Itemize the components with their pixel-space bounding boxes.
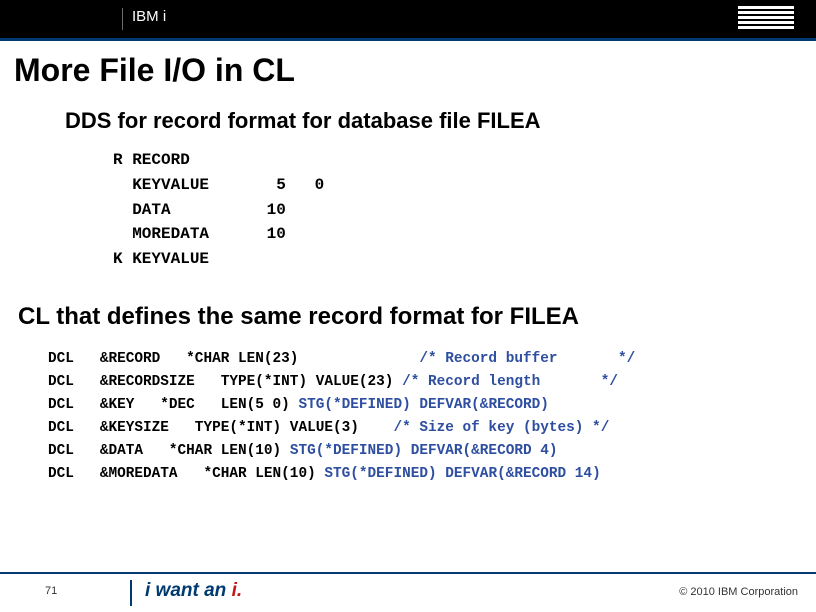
dds-line-2: KEYVALUE 5 0 xyxy=(113,176,324,194)
cl-line-6b: STG(*DEFINED) DEFVAR(&RECORD 14) xyxy=(324,466,600,482)
dds-line-4: MOREDATA 10 xyxy=(113,225,286,243)
page-number: 71 xyxy=(45,585,57,597)
dds-line-1: R RECORD xyxy=(113,151,190,169)
top-bar: IBM i xyxy=(0,0,816,41)
brand-line: IBM i xyxy=(132,8,166,25)
footer-bar: 71 i want an i. © 2010 IBM Corporation xyxy=(0,572,816,612)
cl-line-4a: DCL &KEYSIZE TYPE(*INT) VALUE(3) xyxy=(48,420,393,436)
ibm-logo xyxy=(738,6,794,31)
section-heading-dds: DDS for record format for database file … xyxy=(65,108,541,134)
cl-line-6a: DCL &MOREDATA *CHAR LEN(10) xyxy=(48,466,324,482)
tagline-pre: i want an xyxy=(145,580,232,601)
dds-code-block: R RECORD KEYVALUE 5 0 DATA 10 MOREDATA 1… xyxy=(113,148,324,272)
cl-code-block: DCL &RECORD *CHAR LEN(23) /* Record buff… xyxy=(48,348,635,486)
cl-line-1a: DCL &RECORD *CHAR LEN(23) xyxy=(48,351,419,367)
dds-line-5: K KEYVALUE xyxy=(113,250,209,268)
section-heading-cl: CL that defines the same record format f… xyxy=(18,303,579,331)
cl-line-5b: STG(*DEFINED) DEFVAR(&RECORD 4) xyxy=(290,443,558,459)
dds-line-3: DATA 10 xyxy=(113,201,286,219)
copyright: © 2010 IBM Corporation xyxy=(679,586,798,598)
tagline-i: i. xyxy=(232,580,243,601)
top-divider xyxy=(122,8,123,30)
tagline: i want an i. xyxy=(145,580,242,602)
cl-line-4b: /* Size of key (bytes) */ xyxy=(393,420,609,436)
cl-line-2b: /* Record length */ xyxy=(402,374,618,390)
cl-line-3b: STG(*DEFINED) DEFVAR(&RECORD) xyxy=(298,397,548,413)
cl-line-1b: /* Record buffer */ xyxy=(419,351,635,367)
cl-line-2a: DCL &RECORDSIZE TYPE(*INT) VALUE(23) xyxy=(48,374,402,390)
slide-title: More File I/O in CL xyxy=(14,52,295,89)
cl-line-5a: DCL &DATA *CHAR LEN(10) xyxy=(48,443,290,459)
footer-divider xyxy=(130,580,132,606)
cl-line-3a: DCL &KEY *DEC LEN(5 0) xyxy=(48,397,298,413)
